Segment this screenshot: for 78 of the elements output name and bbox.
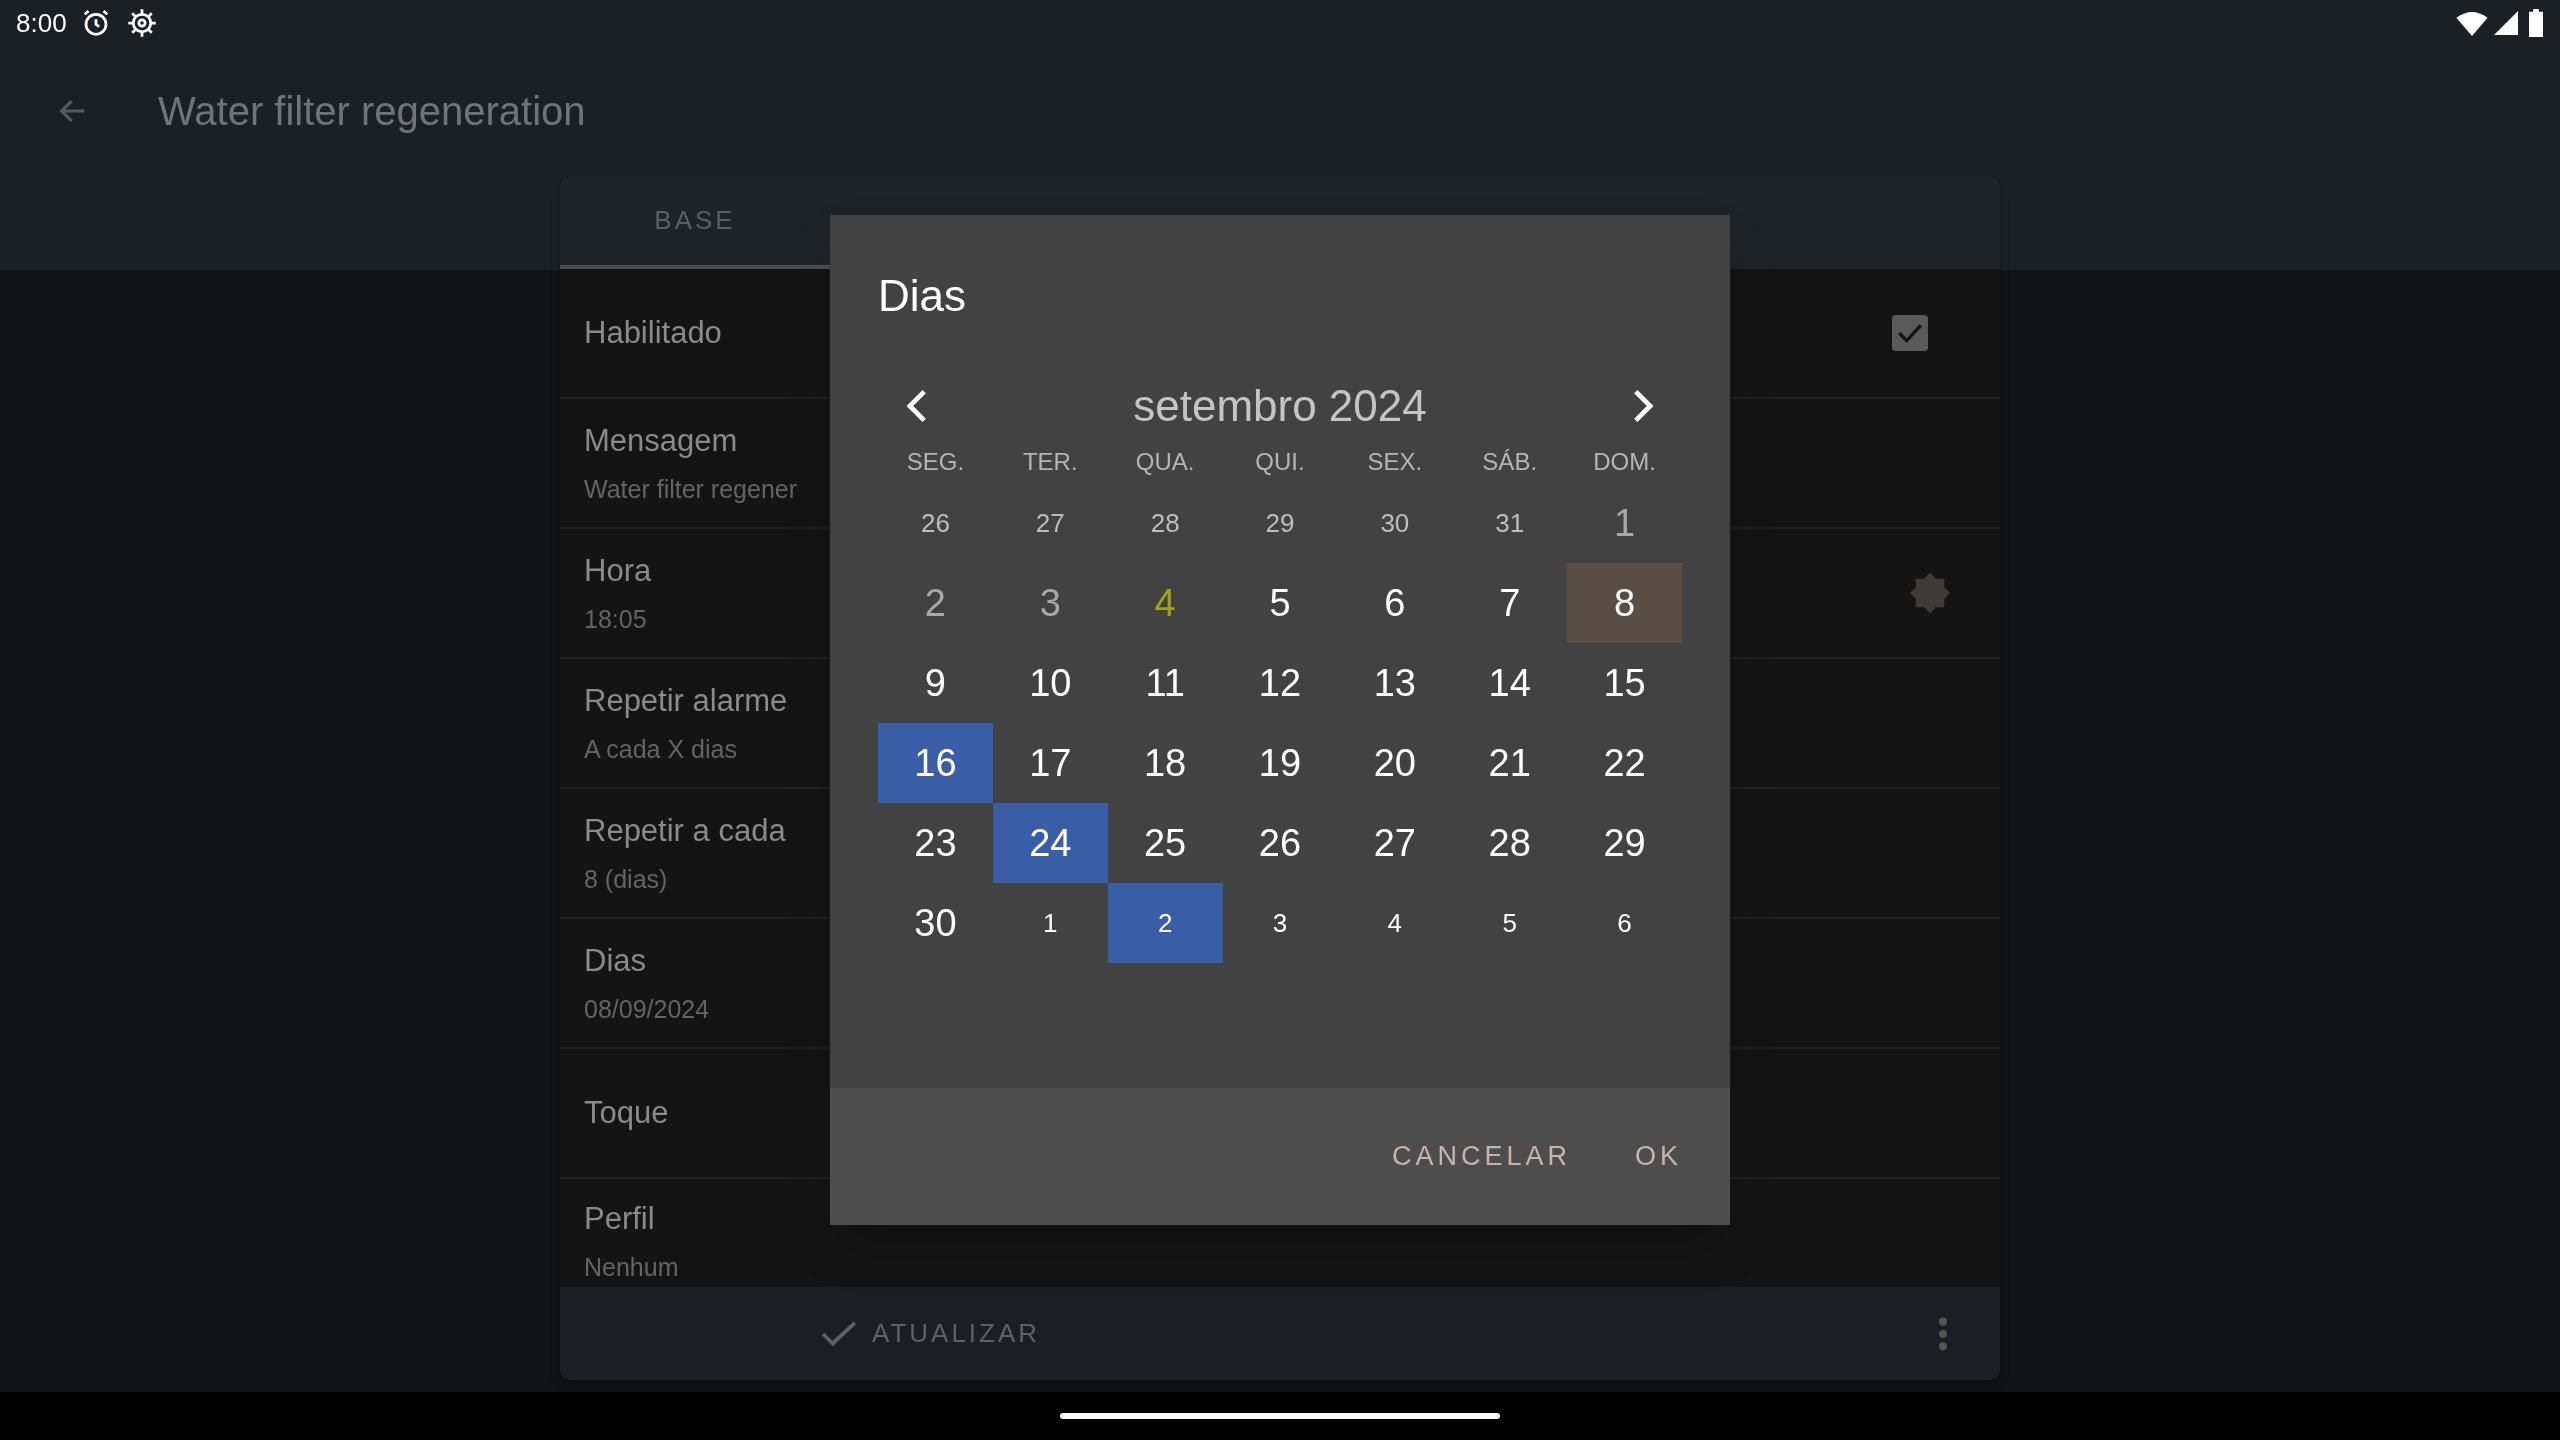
calendar-day[interactable]: 30 <box>878 883 993 963</box>
calendar-day[interactable]: 10 <box>992 643 1108 723</box>
month-year-label: setembro 2024 <box>1133 380 1427 432</box>
cancel-button[interactable]: CANCELAR <box>1379 1124 1583 1189</box>
setting-value: A cada X dias <box>584 733 737 765</box>
setting-label: Repetir a cada <box>584 812 786 850</box>
calendar-day[interactable]: 30 <box>1337 483 1453 563</box>
calendar-day[interactable]: 16 <box>878 723 993 803</box>
checkbox[interactable] <box>1892 315 1928 351</box>
weekday-label: SÁB. <box>1482 447 1538 477</box>
calendar-day[interactable]: 8 <box>1567 563 1682 643</box>
calendar-day[interactable]: 27 <box>992 483 1108 563</box>
check-icon <box>1897 322 1923 344</box>
calendar-day[interactable]: 4 <box>1337 883 1453 963</box>
calendar-day[interactable]: 24 <box>992 803 1108 883</box>
calendar-day[interactable]: 11 <box>1107 643 1223 723</box>
ok-button[interactable]: OK <box>1623 1124 1694 1189</box>
battery-icon <box>2528 9 2544 37</box>
calendar-day[interactable]: 22 <box>1567 723 1682 803</box>
calendar-day[interactable]: 3 <box>992 563 1108 643</box>
calendar-day[interactable]: 29 <box>1567 803 1682 883</box>
calendar-day[interactable]: 3 <box>1222 883 1338 963</box>
settings-icon <box>126 8 157 38</box>
calendar-day[interactable]: 23 <box>878 803 993 883</box>
calendar-day[interactable]: 7 <box>1452 563 1568 643</box>
setting-label: Dias <box>584 942 646 980</box>
calendar-day[interactable]: 25 <box>1107 803 1223 883</box>
weekday-label: QUA. <box>1135 447 1195 477</box>
weekday-label: DOM. <box>1593 447 1656 477</box>
calendar-day[interactable]: 20 <box>1337 723 1453 803</box>
calendar-day[interactable]: 26 <box>1222 803 1338 883</box>
calendar-day[interactable]: 15 <box>1567 643 1682 723</box>
setting-label: Hora <box>584 552 652 590</box>
weekday-label: SEG. <box>906 447 965 477</box>
calendar-day[interactable]: 12 <box>1222 643 1338 723</box>
setting-label: Toque <box>584 1093 669 1132</box>
brightness-icon[interactable] <box>1908 571 1952 615</box>
screen-title: Water filter regeneration <box>158 88 586 135</box>
setting-value: 18:05 <box>584 603 647 635</box>
calendar-day[interactable]: 5 <box>1222 563 1338 643</box>
calendar-day[interactable]: 21 <box>1452 723 1568 803</box>
calendar-day[interactable]: 5 <box>1452 883 1568 963</box>
setting-label: Habilitado <box>584 313 722 352</box>
setting-value: Nenhum <box>584 1251 679 1283</box>
calendar-day[interactable]: 4 <box>1107 563 1223 643</box>
setting-label: Perfil <box>584 1200 655 1238</box>
calendar-day[interactable]: 17 <box>992 723 1108 803</box>
calendar-day[interactable]: 6 <box>1567 883 1682 963</box>
wifi-icon <box>2456 10 2488 36</box>
setting-value: Water filter regener <box>584 473 798 505</box>
setting-label: Repetir alarme <box>584 682 788 720</box>
more-options-icon[interactable] <box>1938 1316 1948 1351</box>
setting-value: 8 (dias) <box>584 863 668 895</box>
weekday-label: QUI. <box>1255 447 1305 477</box>
calendar-day[interactable]: 2 <box>1107 883 1223 963</box>
weekday-label: SEX. <box>1367 447 1423 477</box>
calendar-day[interactable]: 28 <box>1107 483 1223 563</box>
calendar-day[interactable]: 29 <box>1222 483 1338 563</box>
setting-value: 08/09/2024 <box>584 993 710 1025</box>
weekday-label: TER. <box>1022 447 1078 477</box>
calendar-day[interactable]: 18 <box>1107 723 1223 803</box>
calendar-day[interactable]: 26 <box>878 483 993 563</box>
calendar-day[interactable]: 6 <box>1337 563 1453 643</box>
calendar-day[interactable]: 14 <box>1452 643 1568 723</box>
calendar-day[interactable]: 27 <box>1337 803 1453 883</box>
calendar-day[interactable]: 13 <box>1337 643 1453 723</box>
status-time: 8:00 <box>16 6 67 40</box>
signal-icon <box>2494 11 2518 35</box>
setting-label: Mensagem <box>584 422 738 460</box>
calendar-day[interactable]: 28 <box>1452 803 1568 883</box>
home-handle[interactable] <box>1060 1413 1500 1419</box>
calendar-day[interactable]: 2 <box>878 563 993 643</box>
calendar-day[interactable]: 31 <box>1452 483 1568 563</box>
dialog-title: Dias <box>878 270 967 322</box>
calendar-day[interactable]: 1 <box>992 883 1108 963</box>
calendar-day[interactable]: 9 <box>878 643 993 723</box>
calendar-day[interactable]: 19 <box>1222 723 1338 803</box>
calendar-day[interactable]: 1 <box>1567 483 1682 563</box>
